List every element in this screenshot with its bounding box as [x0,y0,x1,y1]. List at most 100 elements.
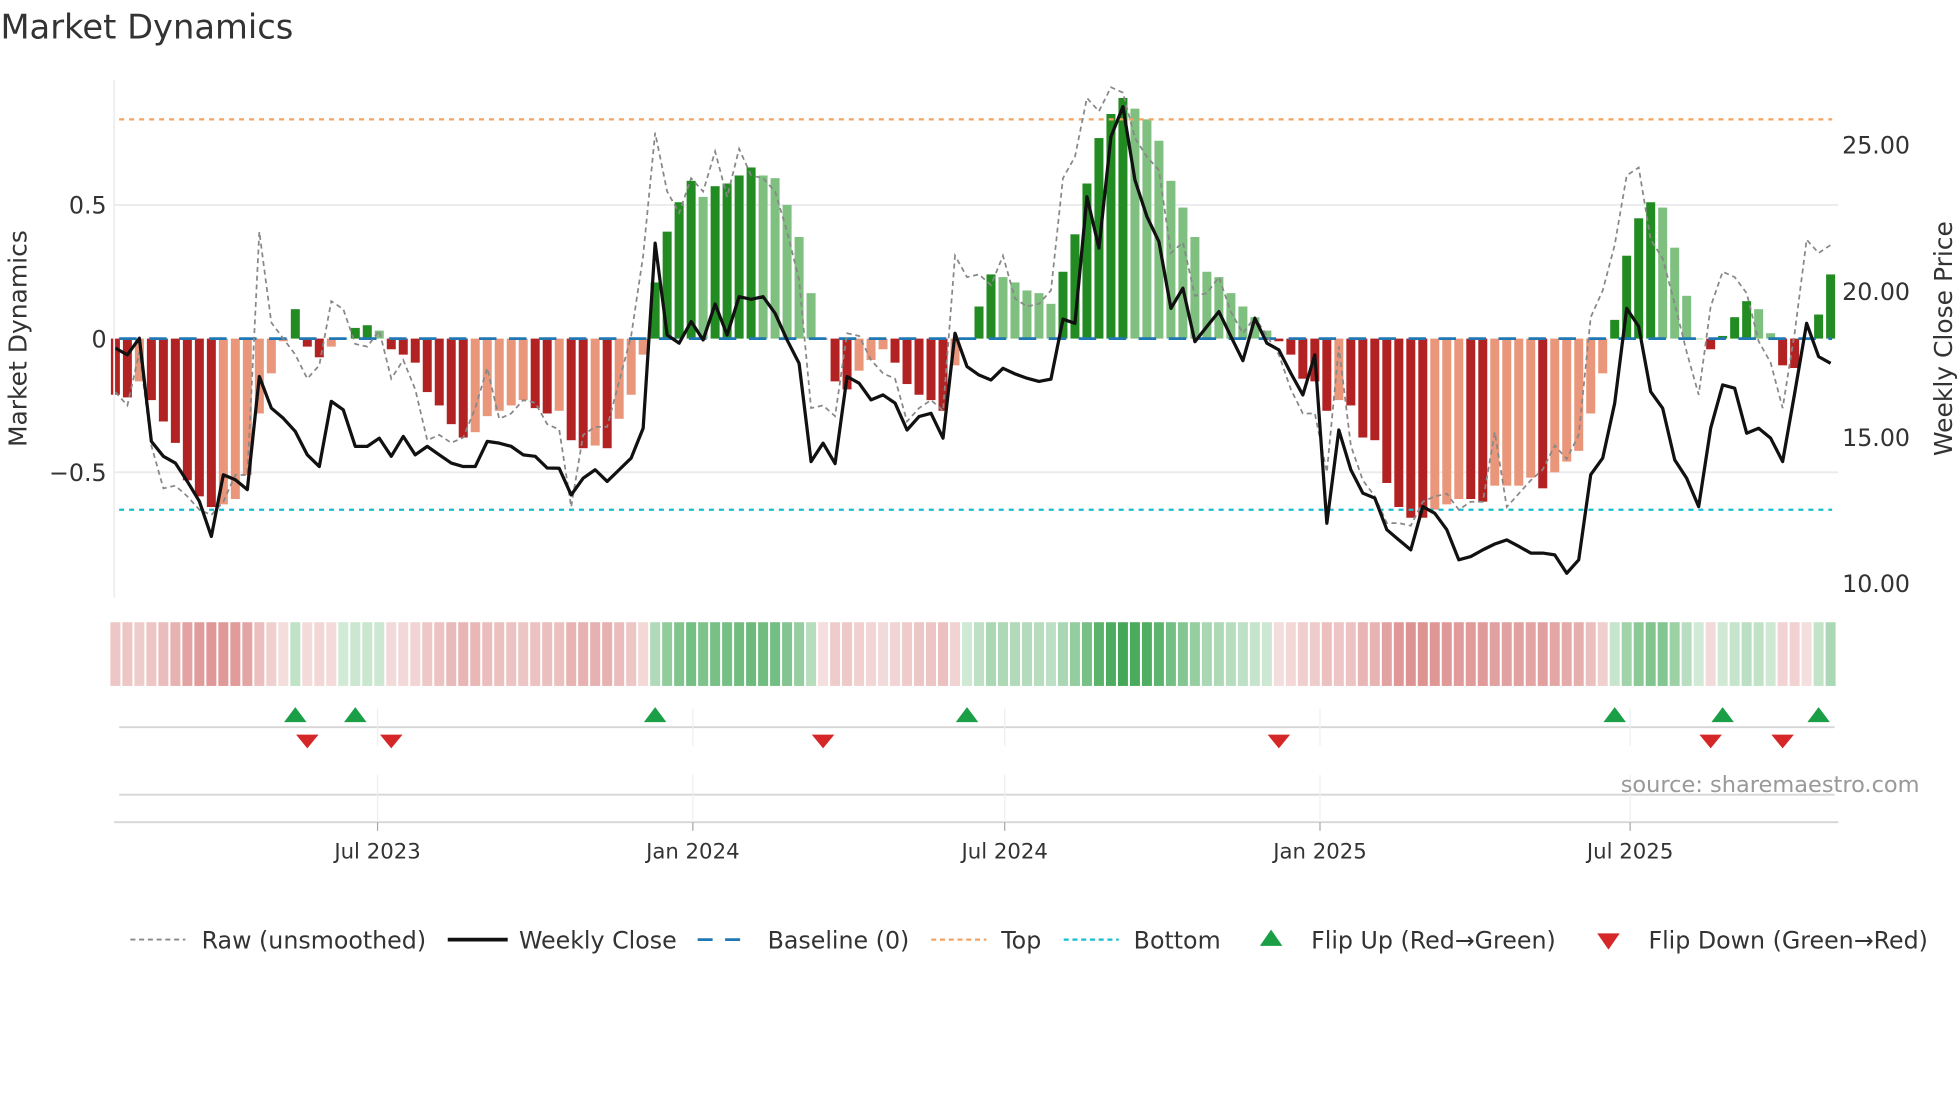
heat-strip-cell [722,622,733,686]
heat-strip-cell [1681,622,1692,686]
dynamics-bar [626,338,636,395]
y2-tick-label: 25.00 [1842,132,1910,160]
heat-strip-cell [1381,622,1392,686]
heat-strip-cell [1489,622,1500,686]
heat-strip-cell [1609,622,1620,686]
heat-strip-cell [1813,622,1824,686]
dynamics-bar [890,338,900,363]
chart-title: Market Dynamics [0,8,293,47]
legend-label: Weekly Close [519,926,677,954]
heat-strip-cell [1297,622,1308,686]
source-note: source: sharemaestro.com [1621,772,1920,798]
heat-strip-cell [997,622,1008,686]
heat-strip-cell [746,622,757,686]
heat-strip-cell [518,622,529,686]
flip-down-marker [811,734,835,749]
dynamics-bar [1826,274,1836,339]
dynamics-bar [110,338,120,395]
heat-strip-cell [1441,622,1452,686]
heat-strip-cell [938,622,949,686]
heat-strip-cell [326,622,337,686]
heat-strip-cell [158,622,169,686]
dynamics-bar [1490,338,1500,486]
heat-strip-cell [1237,622,1248,686]
dynamics-bar [614,338,624,419]
heat-strip-cell [758,622,769,686]
heat-strip-cell [866,622,877,686]
heat-strip-cell [1153,622,1164,686]
heat-strip-cell [1141,622,1152,686]
heat-strip-cell [1261,622,1272,686]
heat-strip-cell [1825,622,1836,686]
dynamics-bar [1406,338,1416,518]
dynamics-bar [314,338,324,358]
heat-strip-cell [974,622,984,686]
dynamics-bar [1022,290,1032,339]
dynamics-bar [1778,338,1788,366]
heat-strip-cell [1045,622,1056,686]
dynamics-bar [542,338,552,414]
heat-strip-cell [1513,622,1524,686]
dynamics-bar [566,338,576,441]
heat-strip-cell [1021,622,1032,686]
heat-strip-cell [350,622,361,686]
heat-strip-cell [1561,622,1572,686]
dynamics-bar [578,338,588,449]
heat-strip-cell [134,622,145,686]
heat-strip-cell [374,622,385,686]
heat-strip-cell [1081,622,1092,686]
heat-strip-cell [1273,622,1284,686]
dynamics-bar [1298,338,1308,379]
dynamics-bar [782,204,792,339]
heat-strip-cell [926,622,937,686]
heat-strip-cell [1729,622,1740,686]
heat-strip-cell [398,622,409,686]
dynamics-bar [518,338,528,401]
heat-strip-cell [962,622,973,686]
dynamics-bar [1178,207,1188,339]
dynamics-bar [410,338,420,363]
heat-strip-cell [542,622,553,686]
dynamics-bar [1526,338,1536,478]
dynamics-bar [1598,338,1608,374]
dynamics-bar [1034,293,1044,339]
dynamics-bar [902,338,912,385]
dynamics-bar [1142,119,1152,339]
raw-line [114,86,1832,527]
heat-strip-cell [818,622,829,686]
legend: Raw (unsmoothed) Weekly Close Baseline (0)… [130,926,1928,954]
heat-strip-cell [638,622,649,686]
heat-strip-cell [458,622,469,686]
dynamics-bar [734,175,744,339]
heat-strip-cell [806,622,817,686]
y2-tick-label: 15.00 [1842,424,1910,452]
legend-flip-up-icon [1259,929,1283,946]
legend-label: Flip Up (Red→Green) [1311,926,1556,954]
heat-strip-cell [1417,622,1428,686]
dynamics-bar [446,338,456,425]
y2-tick-label: 10.00 [1842,570,1910,598]
dynamics-bar [1502,338,1512,486]
flip-up-marker [955,707,979,723]
heat-strip-cell [830,622,841,686]
heat-strip-cell [422,622,433,686]
heat-strip-cell [1201,622,1212,686]
legend-label: Baseline (0) [768,926,910,954]
y2-tick-label: 20.00 [1842,278,1910,306]
x-tick-label: Jan 2024 [644,839,740,864]
heat-strip-cell [890,622,901,686]
dynamics-bar [194,338,204,497]
heat-strip-cell [1177,622,1188,686]
x-tick-label: Jul 2024 [959,839,1047,864]
heat-strip-cell [1525,622,1536,686]
heat-strip-cell [254,622,265,686]
flip-down-marker [1699,734,1722,749]
heat-strip-cell [506,622,517,686]
heat-strip-cell [578,622,589,686]
dynamics-bar [482,338,492,417]
dynamics-bar [1370,338,1380,441]
dynamics-bar [1418,338,1428,518]
flip-down-marker [1771,734,1794,749]
heat-strip-cell [1357,622,1368,686]
dynamics-bar [530,338,540,409]
